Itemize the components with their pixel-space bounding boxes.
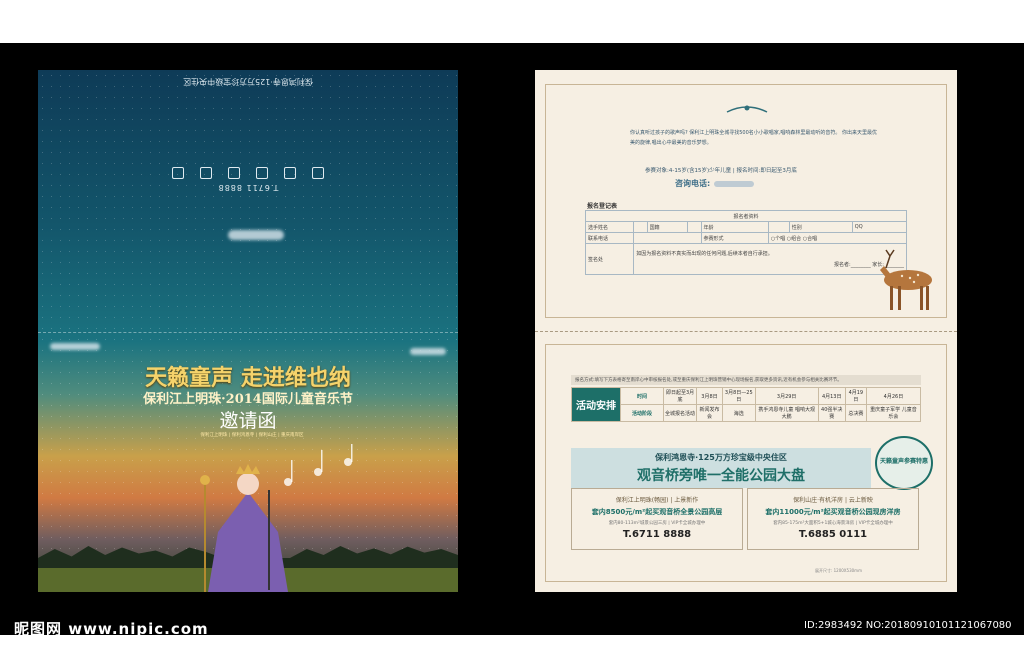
invitation-cover: T.6711 8888 保利鸿恩寺·125万方珍宝级中央住区 天籁童声 走进维也… <box>38 70 458 592</box>
participation-info: 参赛对象:4-15岁(含15岁)少年儿童 | 报名时间:即日起至3月底 <box>645 168 797 174</box>
project-desc: 套内80-113m²城景公园三房 | VIP卡全城办理中 <box>608 521 706 526</box>
back-phone: T.6711 8888 <box>217 183 279 192</box>
ornament-icon <box>726 105 768 113</box>
schedule-stage: 海选 <box>721 404 756 422</box>
schedule-date: 3月29日 <box>754 387 819 405</box>
schedule-stage: 40强半决赛 <box>817 404 846 422</box>
sign-fields: 报名者:________ 家长:________ <box>834 262 904 268</box>
facility-icon <box>256 167 268 179</box>
registration-title: 报名登记表 <box>587 203 618 210</box>
schedule-date: 即日起至3月底 <box>662 387 698 405</box>
field-form-type: 参赛形式 <box>700 232 769 244</box>
invitation-intro: 你认真听过孩子的歌声吗? 保利江上明珠全城寻找500名小小歌唱家,唱响森林里最动… <box>630 130 877 146</box>
sign-note: 如因为报名资料不真实而出现的任何问题,后续本者自行承担。 <box>636 251 773 257</box>
schedule-date: 3月8日 <box>696 387 723 405</box>
field-gender: 性别 <box>788 221 853 233</box>
cover-event-title: 保利江上明珠·2014国际儿童音乐节 <box>143 392 353 407</box>
schedule-stage: 重庆童子军学 儿童音乐会 <box>865 404 922 422</box>
input-nationality[interactable] <box>687 221 702 233</box>
schedule-stage: 全城报名活动 <box>662 404 698 422</box>
field-qq: QQ <box>851 221 908 233</box>
project-price: 套内8500元/m²起买观音桥全景公园高层 <box>591 508 723 516</box>
hotline-label: 咨询电话: <box>675 179 711 188</box>
girl-queen-figure <box>200 464 288 592</box>
input-phone[interactable] <box>633 232 702 244</box>
schedule-stage: 新闻发布会 <box>696 404 723 422</box>
blurred-logo <box>410 348 446 355</box>
project-card: 保利山庄·有机洋房 | 云上新映 套内11000元/m²起买观音桥公园现房洋房 … <box>747 488 919 550</box>
project-phone: T.6711 8888 <box>622 529 692 540</box>
banner-line1: 保利鸿恩寺·125万方珍宝级中央住区 <box>655 453 787 462</box>
schedule-date: 4月19日 <box>844 387 867 405</box>
project-price: 套内11000元/m²起买观音桥公园现房洋房 <box>765 508 901 516</box>
back-tagline: 保利鸿恩寺·125万方珍宝级中央住区 <box>183 77 313 86</box>
field-sign: 签名处 <box>584 243 635 275</box>
form-type-options[interactable]: ○个唱 ○组合 ○合唱 <box>767 232 908 244</box>
watermark-logo: 昵图网 www.nipic.com <box>14 620 209 638</box>
project-desc: 套内85-175m²大面积5+1城心海景洋房 | VIP卡全城办理中 <box>773 521 893 526</box>
blurred-logo <box>50 343 100 350</box>
signup-method: 报名方式:填写下方表格寄至南岸心中审核报名处,或至重庆保利江上明珠营销中心现场报… <box>571 375 921 385</box>
registration-form: 报名者资料 选手姓名 国籍 年龄 性别 QQ 联系电话 参赛形式 ○个唱 ○组合 ○… <box>584 210 908 275</box>
schedule-table: 活动安排 时间 即日起至3月底 3月8日 3月8日—25日 3月29日 4月13… <box>571 387 922 422</box>
project-phone: T.6885 0111 <box>798 529 868 540</box>
field-age: 年龄 <box>700 221 769 233</box>
field-phone: 联系电话 <box>584 232 635 244</box>
facility-icon <box>228 167 240 179</box>
row-label-stage: 活动阶段 <box>620 404 664 422</box>
blurred-phone <box>714 180 755 187</box>
field-nationality: 国籍 <box>646 221 689 233</box>
schedule-stage: 携手鸿恩寺儿童 唱响大观大鹏 <box>754 404 819 422</box>
deer-illustration <box>880 249 932 310</box>
schedule-date: 3月8日—25日 <box>721 387 756 405</box>
sign-area[interactable]: 如因为报名资料不真实而出现的任何问题,后续本者自行承担。报名者:________… <box>633 243 907 275</box>
blurred-logo <box>228 230 284 240</box>
form-header: 报名者资料 <box>585 210 907 222</box>
cover-invitation-title: 邀请函 <box>219 410 277 432</box>
upside-down-back-panel: T.6711 8888 保利鸿恩寺·125万方珍宝级中央住区 <box>38 76 458 192</box>
input-name[interactable] <box>633 221 648 233</box>
hotline: 咨询电话: <box>675 178 755 189</box>
input-age[interactable] <box>767 221 790 233</box>
schedule-date: 4月26日 <box>865 387 922 405</box>
field-name: 选手姓名 <box>584 221 635 233</box>
schedule-section: 报名方式:填写下方表格寄至南岸心中审核报名处,或至重庆保利江上明珠营销中心现场报… <box>571 375 922 422</box>
facility-icon <box>172 167 184 179</box>
project-card: 保利江上明珠(畅园) | 上景新作 套内8500元/m²起买观音桥全景公园高层 … <box>571 488 743 550</box>
promo-badge: 天籁童声参赛特惠 <box>875 436 933 490</box>
project-title: 保利江上明珠(畅园) | 上景新作 <box>615 497 699 504</box>
facility-icon <box>284 167 296 179</box>
facility-icons <box>38 167 458 179</box>
fold-line <box>535 331 957 332</box>
schedule-date: 4月13日 <box>817 387 846 405</box>
banner-line2: 观音桥旁唯一全能公园大盘 <box>637 468 805 484</box>
facility-icon <box>312 167 324 179</box>
schedule-header: 活动安排 <box>571 387 621 422</box>
watermark-id: ID:2983492 NO:20180910101121067080 <box>804 620 1012 631</box>
invitation-inner-page: 你认真听过孩子的歌声吗? 保利江上明珠全城寻找500名小小歌唱家,唱响森林里最动… <box>535 70 957 592</box>
cover-organizers: 保利江上明珠 | 保利鸿恩寺 | 保利山庄 | 重庆南岸区 <box>200 433 304 438</box>
fold-line <box>38 332 458 333</box>
row-label-time: 时间 <box>620 387 664 405</box>
schedule-stage: 总决赛 <box>844 404 867 422</box>
size-note: 展开尺寸: 1200X530mm <box>815 568 862 573</box>
project-banner: 保利鸿恩寺·125万方珍宝级中央住区 观音桥旁唯一全能公园大盘 <box>571 448 871 488</box>
facility-icon <box>200 167 212 179</box>
badge-text: 天籁童声参赛特惠 <box>879 458 928 465</box>
project-title: 保利山庄·有机洋房 | 云上新映 <box>793 497 873 504</box>
